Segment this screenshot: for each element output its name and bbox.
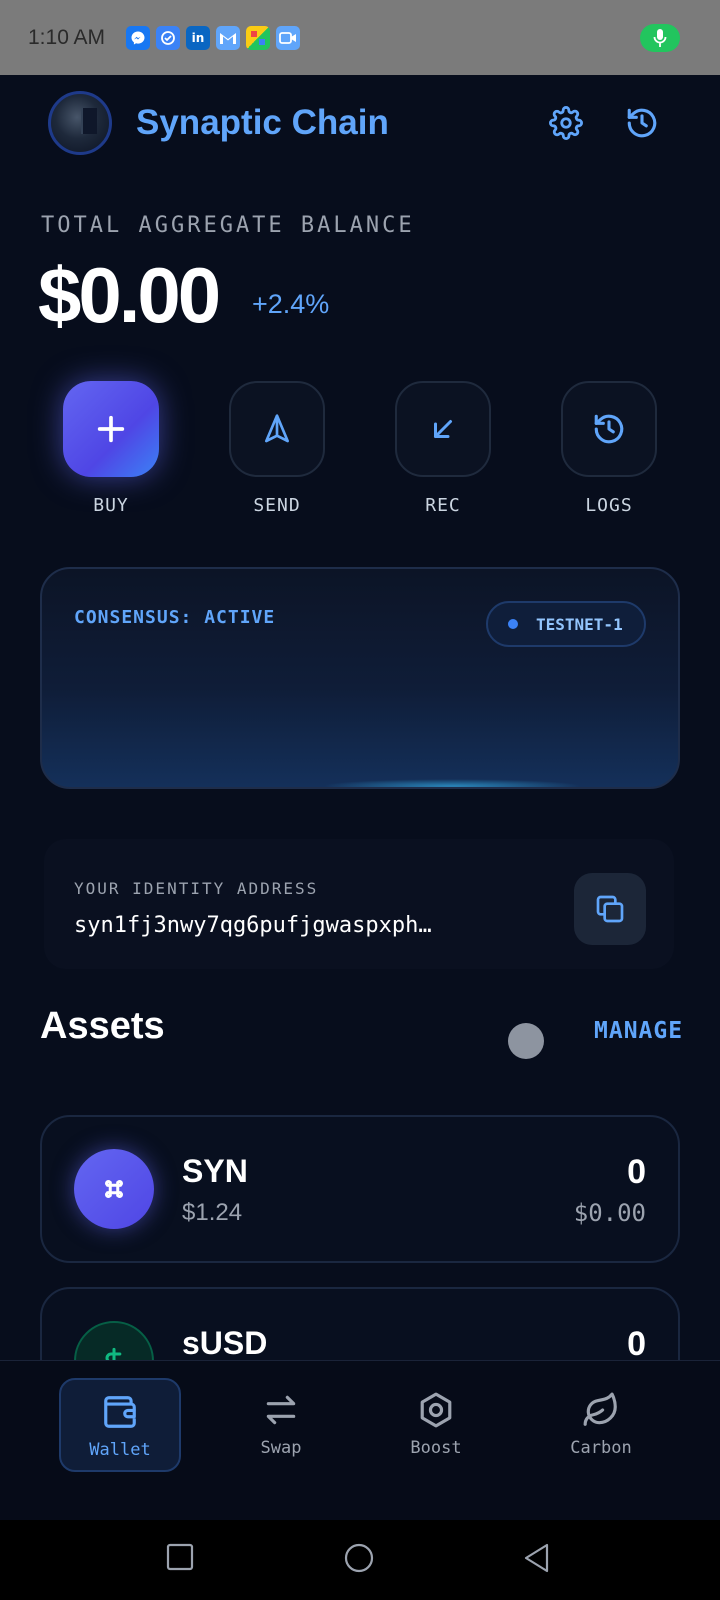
avatar[interactable]	[48, 91, 112, 155]
network-label: TESTNET-1	[536, 614, 623, 634]
mic-indicator	[640, 24, 680, 52]
nav-carbon[interactable]: Carbon	[540, 1378, 662, 1472]
gallery-icon	[246, 26, 270, 50]
asset-quantity: 0	[627, 1325, 646, 1363]
balance-change: +2.4%	[252, 289, 330, 319]
gmail-icon	[216, 26, 240, 50]
messenger-icon	[126, 26, 150, 50]
bottom-nav: Wallet Swap Boost Carbon	[0, 1360, 720, 1520]
nav-boost-label: Boost	[410, 1438, 462, 1458]
identity-address: syn1fj3nwy7qg6pufjgwaspxph…	[74, 913, 432, 938]
notification-icons: in	[126, 26, 300, 50]
history-button[interactable]	[620, 101, 664, 145]
history-icon	[627, 108, 657, 138]
balance-amount: $0.00	[38, 251, 221, 339]
receive-label: REC	[425, 495, 461, 516]
manage-assets-link[interactable]: MANAGE	[594, 1018, 683, 1044]
home-icon[interactable]	[343, 1542, 375, 1574]
buy-label: BUY	[93, 495, 129, 516]
send-button[interactable]	[229, 381, 325, 477]
send-label: SEND	[253, 495, 301, 516]
action-row: BUY SEND REC LOGS	[0, 381, 720, 521]
copy-icon	[596, 895, 624, 923]
asset-price: $1.24	[182, 1199, 243, 1226]
asset-value: $0.00	[573, 1199, 646, 1227]
buy-action[interactable]: BUY	[63, 381, 159, 516]
meet-icon	[276, 26, 300, 50]
nav-swap[interactable]: Swap	[220, 1378, 342, 1472]
status-time: 1:10 AM	[28, 26, 106, 49]
recent-apps-icon[interactable]	[165, 1542, 195, 1572]
asset-row-syn[interactable]: SYN $1.24 0 $0.00	[40, 1115, 680, 1263]
wallet-icon	[104, 1396, 136, 1428]
settings-button[interactable]	[544, 101, 588, 145]
history-icon	[594, 414, 624, 444]
consensus-status: CONSENSUS: ACTIVE	[74, 607, 276, 628]
asset-symbol: SYN	[182, 1153, 248, 1189]
assets-title: Assets	[40, 1005, 165, 1047]
balance-label: TOTAL AGGREGATE BALANCE	[41, 213, 415, 238]
app-header: Synaptic Chain	[0, 75, 720, 175]
touch-indicator	[508, 1023, 544, 1059]
nav-carbon-label: Carbon	[570, 1438, 632, 1458]
copy-address-button[interactable]	[574, 873, 646, 945]
asset-symbol: sUSD	[182, 1325, 268, 1361]
linkedin-icon: in	[186, 26, 210, 50]
logs-label: LOGS	[585, 495, 633, 516]
swap-icon	[266, 1395, 296, 1425]
back-icon[interactable]	[522, 1542, 552, 1574]
identity-card: YOUR IDENTITY ADDRESS syn1fj3nwy7qg6pufj…	[44, 839, 674, 969]
logs-button[interactable]	[561, 381, 657, 477]
check-icon	[156, 26, 180, 50]
network-status-dot	[508, 619, 518, 629]
network-badge[interactable]: TESTNET-1	[486, 601, 646, 647]
asset-quantity: 0	[627, 1153, 646, 1191]
receive-arrow-icon	[434, 420, 452, 438]
gear-icon	[549, 106, 583, 140]
wallet-screen: Synaptic Chain TOTAL AGGREGATE BALANCE $…	[0, 75, 720, 1520]
identity-label: YOUR IDENTITY ADDRESS	[74, 879, 319, 898]
receive-action[interactable]: REC	[395, 381, 491, 516]
send-action[interactable]: SEND	[229, 381, 325, 516]
nav-boost[interactable]: Boost	[375, 1378, 497, 1472]
plus-icon	[97, 415, 125, 443]
mic-icon	[653, 29, 667, 47]
app-title: Synaptic Chain	[136, 103, 389, 142]
consensus-card: CONSENSUS: ACTIVE TESTNET-1	[40, 567, 680, 789]
send-icon	[265, 414, 289, 443]
command-icon	[105, 1180, 123, 1198]
nav-wallet[interactable]: Wallet	[59, 1378, 181, 1472]
buy-button[interactable]	[63, 381, 159, 477]
consensus-glow	[322, 779, 582, 787]
nav-swap-label: Swap	[260, 1438, 302, 1458]
leaf-icon	[583, 1392, 617, 1426]
nav-wallet-label: Wallet	[89, 1440, 151, 1460]
hexagon-icon	[420, 1392, 452, 1428]
receive-button[interactable]	[395, 381, 491, 477]
status-bar: 1:10 AM in	[0, 0, 720, 75]
system-nav-bar	[0, 1520, 720, 1600]
syn-token-icon	[74, 1149, 154, 1229]
logs-action[interactable]: LOGS	[561, 381, 657, 516]
